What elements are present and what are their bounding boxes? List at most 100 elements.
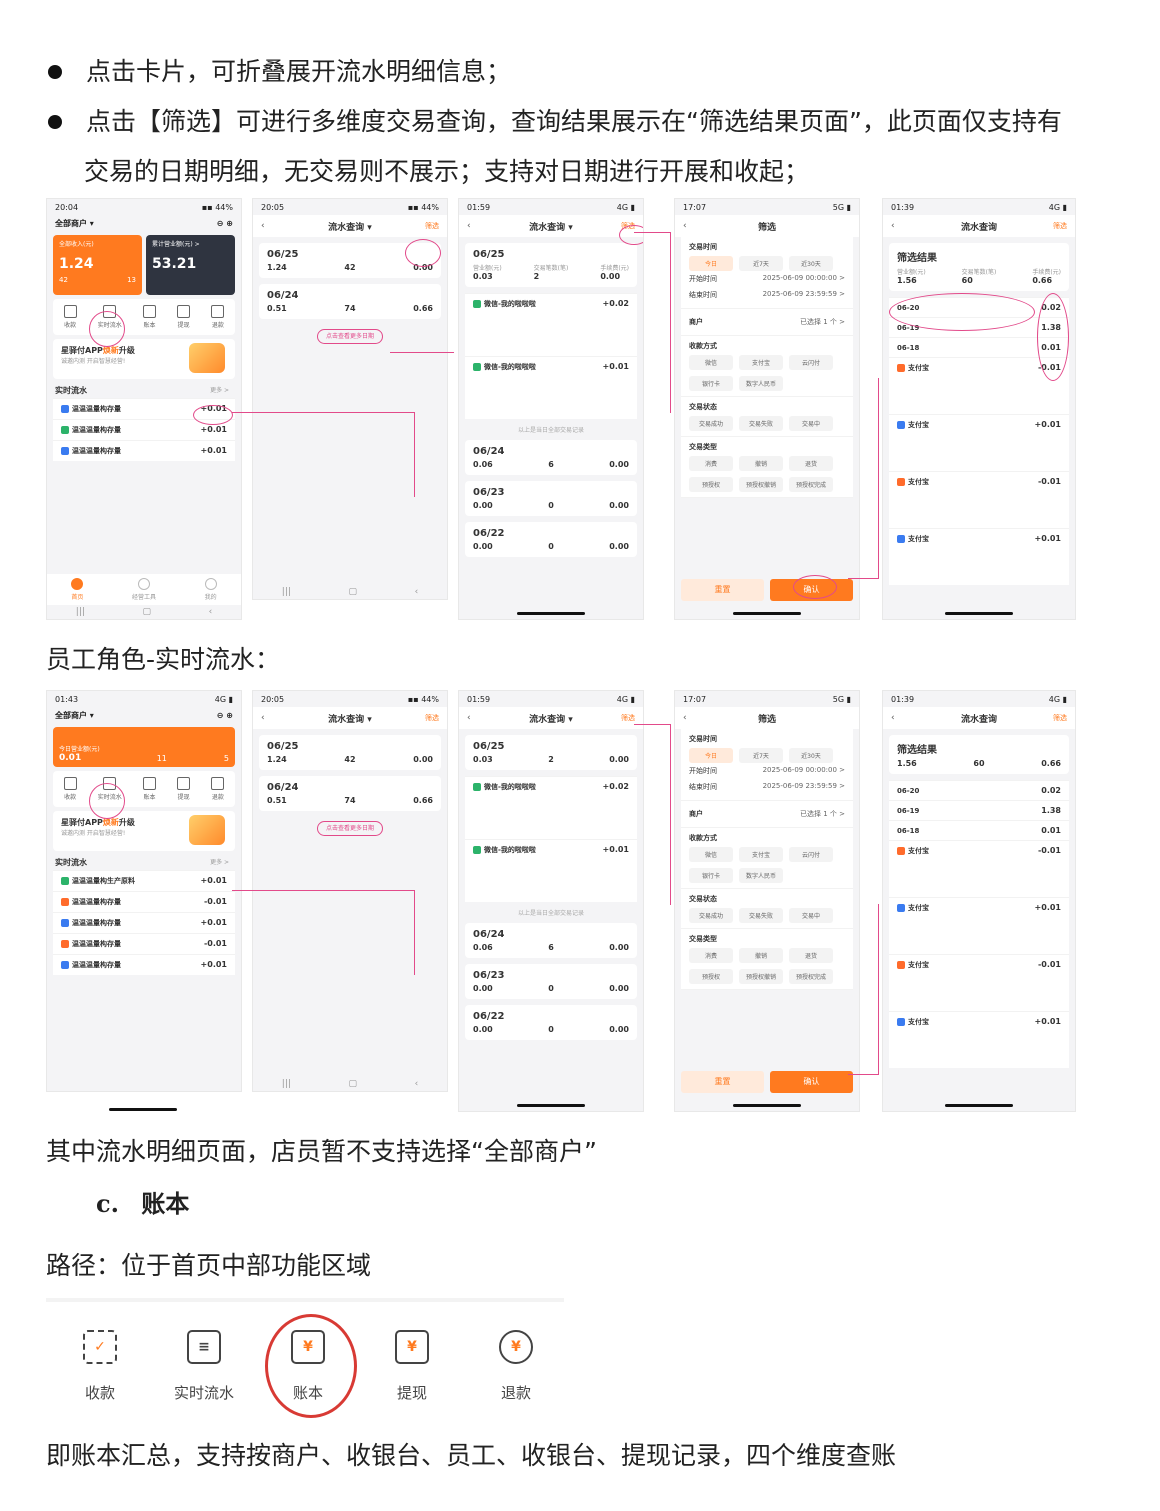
chip[interactable]: 交易成功	[689, 416, 733, 431]
list-item[interactable]: 温温温量构存量 +0.01	[53, 912, 235, 933]
turnover-card[interactable]: 累计营业额(元) > 53.21	[146, 235, 235, 295]
back-icon[interactable]: ‹	[683, 713, 687, 723]
menu-key[interactable]: |||	[76, 607, 85, 617]
chip[interactable]: 预授权撤销	[739, 969, 783, 984]
more-link[interactable]: 更多 >	[210, 385, 229, 394]
chip[interactable]: 预授权	[689, 477, 733, 492]
day-card[interactable]: 06/24 0.51 74 0.66	[259, 284, 441, 319]
chip-30d[interactable]: 近30天	[789, 256, 833, 271]
func-item-refund[interactable]: ¥ 退款	[476, 1330, 556, 1403]
more-dates-link[interactable]: 点击查看更多日期	[316, 329, 383, 344]
header-icons[interactable]: ⊖ ⊕	[217, 219, 233, 228]
func-item-flow[interactable]: ≡ 实时流水	[164, 1330, 244, 1403]
chip-today[interactable]: 今日	[689, 748, 733, 763]
tab-tools[interactable]: 经营工具	[132, 578, 156, 601]
chip[interactable]: 交易成功	[689, 908, 733, 923]
back-icon[interactable]: ‹	[891, 221, 895, 231]
list-item[interactable]: 温温温量构存量 -0.01	[53, 933, 235, 954]
func-withdraw[interactable]: 提现	[177, 777, 191, 801]
chip[interactable]: 银行卡	[689, 376, 733, 391]
menu-key[interactable]: |||	[282, 1079, 291, 1089]
start-time-row[interactable]: 开始时间 2025-06-09 00:00:00 >	[689, 271, 845, 287]
reset-button[interactable]: 重置	[681, 1071, 764, 1093]
today-card[interactable]: 今日营业额(元) 0.01 11 5	[53, 727, 235, 767]
chip-today[interactable]: 今日	[689, 256, 733, 271]
chip-7d[interactable]: 近7天	[739, 256, 783, 271]
chip[interactable]: 交易失败	[739, 908, 783, 923]
list-item[interactable]: 温温温量构生产原料 +0.01	[53, 870, 235, 891]
reset-button[interactable]: 重置	[681, 579, 764, 601]
day-row[interactable]: 06-19 1.38	[889, 800, 1069, 820]
chip[interactable]: 交易中	[789, 416, 833, 431]
chip[interactable]: 退货	[789, 948, 833, 963]
day-card[interactable]: 06/24 0.06 6 0.00	[465, 923, 637, 958]
list-item[interactable]: 支付宝 -0.01	[889, 954, 1069, 1011]
home-key[interactable]: ▢	[142, 607, 151, 617]
list-item[interactable]: 微信-我的啦啦啦 +0.01	[465, 839, 637, 902]
chip[interactable]: 支付宝	[739, 355, 783, 370]
chip[interactable]: 云闪付	[789, 847, 833, 862]
more-link[interactable]: 更多 >	[210, 857, 229, 866]
income-card[interactable]: 全部收入(元) 1.24 42 13	[53, 235, 142, 295]
chip[interactable]: 交易失败	[739, 416, 783, 431]
list-item[interactable]: 支付宝 +0.01	[889, 528, 1069, 585]
chip[interactable]: 预授权完成	[789, 969, 833, 984]
chip[interactable]: 消费	[689, 456, 733, 471]
start-time-row[interactable]: 开始时间 2025-06-09 00:00:00 >	[689, 763, 845, 779]
filter-merchant[interactable]: 商户 已选择 1 个 >	[681, 801, 853, 828]
day-card[interactable]: 06/25 0.03 2 0.00	[465, 735, 637, 770]
end-time-row[interactable]: 结束时间 2025-06-09 23:59:59 >	[689, 779, 845, 795]
func-ledger[interactable]: 账本	[142, 305, 156, 329]
end-time-row[interactable]: 结束时间 2025-06-09 23:59:59 >	[689, 287, 845, 303]
back-icon[interactable]: ‹	[891, 713, 895, 723]
func-collect[interactable]: 收款	[63, 305, 77, 329]
day-card[interactable]: 06/23 0.00 0 0.00	[465, 964, 637, 999]
list-item[interactable]: 支付宝 +0.01	[889, 1011, 1069, 1068]
back-icon[interactable]: ‹	[261, 221, 265, 231]
home-key[interactable]: ▢	[348, 1079, 357, 1089]
menu-key[interactable]: |||	[282, 587, 291, 597]
list-item[interactable]: 微信-我的啦啦啦 +0.02	[465, 776, 637, 839]
func-collect[interactable]: 收款	[63, 777, 77, 801]
list-item[interactable]: 微信-我的啦啦啦 +0.01	[465, 356, 637, 419]
back-icon[interactable]: ‹	[261, 713, 265, 723]
chip[interactable]: 预授权撤销	[739, 477, 783, 492]
filter-merchant[interactable]: 商户 已选择 1 个 >	[681, 309, 853, 336]
day-card[interactable]: 06/22 0.00 0 0.00	[465, 1005, 637, 1040]
back-key[interactable]: ‹	[415, 587, 419, 597]
confirm-button[interactable]: 确认	[770, 1071, 853, 1093]
day-card[interactable]: 06/25 1.24 42 0.00	[259, 735, 441, 770]
page-title[interactable]: 流水查询 ▾	[529, 220, 573, 233]
func-ledger[interactable]: 账本	[142, 777, 156, 801]
list-item[interactable]: 温温温量构存量 -0.01	[53, 891, 235, 912]
func-item-withdraw[interactable]: ¥ 提现	[372, 1330, 452, 1403]
chip[interactable]: 预授权	[689, 969, 733, 984]
chip[interactable]: 数字人民币	[739, 376, 783, 391]
filter-button[interactable]: 筛选	[621, 713, 635, 723]
page-title[interactable]: 流水查询 ▾	[328, 220, 372, 233]
list-item[interactable]: 温温温量构存量 +0.01	[53, 954, 235, 975]
filter-button[interactable]: 筛选	[425, 221, 439, 231]
tab-home[interactable]: 首页	[71, 578, 83, 601]
more-dates-link[interactable]: 点击查看更多日期	[316, 821, 383, 836]
chip[interactable]: 微信	[689, 847, 733, 862]
page-title[interactable]: 流水查询 ▾	[529, 712, 573, 725]
day-row[interactable]: 06-20 0.02	[889, 780, 1069, 800]
list-item[interactable]: 微信-我的啦啦啦 +0.02	[465, 293, 637, 356]
day-card[interactable]: 06/23 0.00 0 0.00	[465, 481, 637, 516]
header-icons[interactable]: ⊖ ⊕	[217, 711, 233, 720]
list-item[interactable]: 支付宝 +0.01	[889, 897, 1069, 954]
day-row[interactable]: 06-18 0.01	[889, 820, 1069, 840]
promo-banner[interactable]: 星驿付APP焕新升级 诚邀内测 开启智慧经营!	[53, 811, 235, 851]
chip[interactable]: 银行卡	[689, 868, 733, 883]
day-card[interactable]: 06/22 0.00 0 0.00	[465, 522, 637, 557]
list-item[interactable]: 支付宝 -0.01	[889, 840, 1069, 897]
list-item[interactable]: 温温温量构存量 +0.01	[53, 440, 235, 461]
func-refund[interactable]: 退款	[211, 777, 225, 801]
filter-button[interactable]: 筛选	[425, 713, 439, 723]
chip[interactable]: 交易中	[789, 908, 833, 923]
chip[interactable]: 撤销	[739, 948, 783, 963]
chip[interactable]: 微信	[689, 355, 733, 370]
list-item[interactable]: 支付宝 -0.01	[889, 471, 1069, 528]
chip[interactable]: 撤销	[739, 456, 783, 471]
